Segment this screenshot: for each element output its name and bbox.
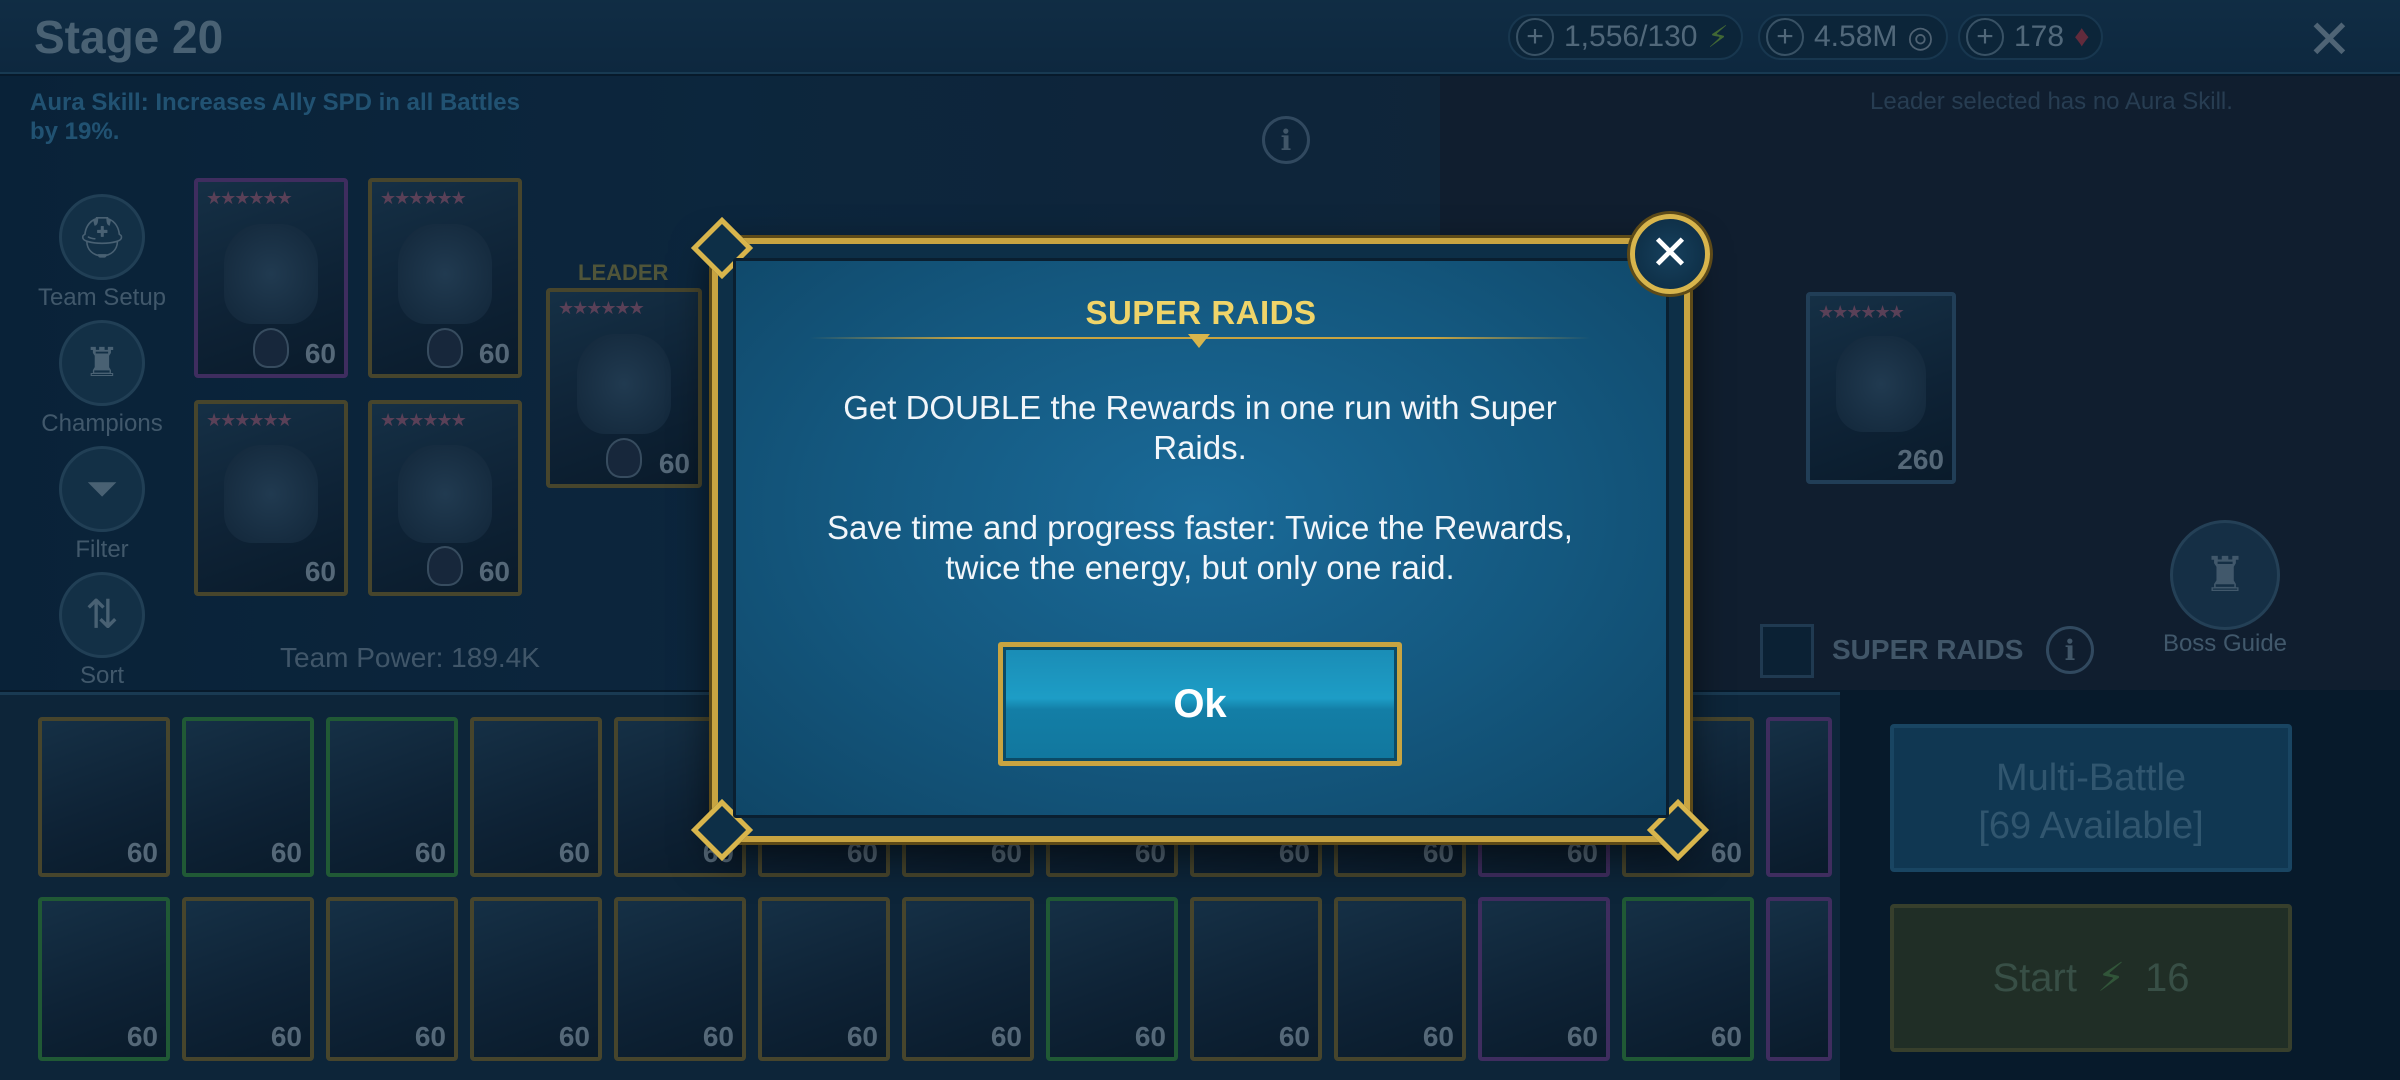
- dialog-paragraph-2: Save time and progress faster: Twice the…: [790, 508, 1610, 588]
- close-icon: ✕: [1649, 227, 1691, 280]
- dialog-paragraph-2-line-2: twice the energy, but only one raid.: [945, 549, 1455, 586]
- dialog-paragraph-1-line-2: Raids.: [1153, 429, 1247, 466]
- dialog-paragraph-2-line-1: Save time and progress faster: Twice the…: [827, 509, 1573, 546]
- dialog-paragraph-1: Get DOUBLE the Rewards in one run with S…: [790, 388, 1610, 468]
- ok-button[interactable]: Ok: [998, 642, 1402, 766]
- close-dialog-button[interactable]: ✕: [1630, 214, 1710, 294]
- dialog-paragraph-1-line-1: Get DOUBLE the Rewards in one run with S…: [843, 389, 1557, 426]
- dialog-title: SUPER RAIDS: [1085, 294, 1317, 331]
